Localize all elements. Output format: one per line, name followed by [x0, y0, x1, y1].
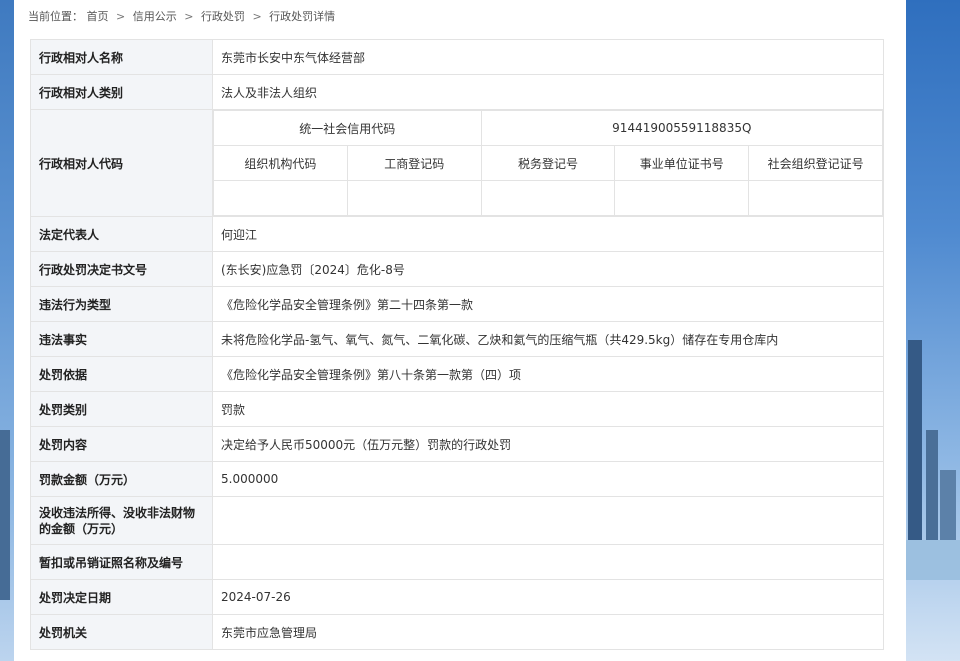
code-label: 行政相对人代码	[30, 109, 213, 217]
table-row: 处罚决定日期 2024-07-26	[30, 579, 884, 615]
fine-label: 罚款金额（万元）	[30, 461, 213, 497]
legal-rep-label: 法定代表人	[30, 216, 213, 252]
skyline-waterfront	[900, 540, 960, 580]
doc-no-label: 行政处罚决定书文号	[30, 251, 213, 287]
table-row	[213, 180, 883, 216]
code-subtable-cell: 统一社会信用代码 91441900559118835Q 组织机构代码 工商登记码…	[212, 109, 884, 217]
table-row: 暂扣或吊销证照名称及编号	[30, 544, 884, 580]
table-row: 行政处罚决定书文号 (东长安)应急罚〔2024〕危化-8号	[30, 251, 884, 287]
license-label: 暂扣或吊销证照名称及编号	[30, 544, 213, 580]
date-label: 处罚决定日期	[30, 579, 213, 615]
table-row: 罚款金额（万元） 5.000000	[30, 461, 884, 497]
penalty-type-value: 罚款	[212, 391, 884, 427]
breadcrumb-separator: >	[184, 10, 194, 23]
penalty-content-value: 决定给予人民币50000元（伍万元整）罚款的行政处罚	[212, 426, 884, 462]
business-reg-header: 工商登记码	[346, 145, 482, 181]
violation-type-label: 违法行为类型	[30, 286, 213, 322]
table-row: 法定代表人 何迎江	[30, 216, 884, 252]
social-org-value	[748, 180, 883, 216]
basis-value: 《危险化学品安全管理条例》第八十条第一款第（四）项	[212, 356, 884, 392]
breadcrumb-separator: >	[116, 10, 126, 23]
category-label: 行政相对人类别	[30, 74, 213, 110]
breadcrumb-prefix: 当前位置：	[28, 10, 83, 23]
category-value: 法人及非法人组织	[212, 74, 884, 110]
penalty-detail-table: 行政相对人名称 东莞市长安中东气体经营部 行政相对人类别 法人及非法人组织 行政…	[30, 39, 884, 650]
table-row: 组织机构代码 工商登记码 税务登记号 事业单位证书号 社会组织登记证号	[213, 145, 883, 181]
confiscation-value	[212, 496, 884, 545]
table-row: 处罚内容 决定给予人民币50000元（伍万元整）罚款的行政处罚	[30, 426, 884, 462]
breadcrumb-home-link[interactable]: 首页	[87, 10, 109, 23]
doc-no-value: (东长安)应急罚〔2024〕危化-8号	[212, 251, 884, 287]
facts-value: 未将危险化学品-氢气、氧气、氮气、二氧化碳、乙炔和氦气的压缩气瓶（共429.5k…	[212, 321, 884, 357]
breadcrumb: 当前位置： 首页 > 信用公示 > 行政处罚 > 行政处罚详情	[28, 9, 335, 25]
uscc-value: 91441900559118835Q	[480, 110, 883, 146]
tax-reg-value	[480, 180, 616, 216]
table-row: 处罚依据 《危险化学品安全管理条例》第八十条第一款第（四）项	[30, 356, 884, 392]
table-row: 违法行为类型 《危险化学品安全管理条例》第二十四条第一款	[30, 286, 884, 322]
table-row: 没收违法所得、没收非法财物的金额（万元）	[30, 496, 884, 545]
skyline-building	[908, 340, 922, 570]
violation-type-value: 《危险化学品安全管理条例》第二十四条第一款	[212, 286, 884, 322]
code-subtable: 统一社会信用代码 91441900559118835Q 组织机构代码 工商登记码…	[213, 110, 883, 216]
confiscation-label: 没收违法所得、没收非法财物的金额（万元）	[30, 496, 213, 545]
table-row: 行政相对人代码 统一社会信用代码 91441900559118835Q 组织机构…	[30, 109, 884, 217]
date-value: 2024-07-26	[212, 579, 884, 615]
breadcrumb-current: 行政处罚详情	[269, 10, 336, 23]
name-value: 东莞市长安中东气体经营部	[212, 39, 884, 75]
fine-value: 5.000000	[212, 461, 884, 497]
business-reg-value	[346, 180, 482, 216]
skyline-building	[0, 430, 10, 600]
uscc-label: 统一社会信用代码	[213, 110, 482, 146]
institution-cert-value	[614, 180, 750, 216]
authority-label: 处罚机关	[30, 614, 213, 650]
authority-value: 东莞市应急管理局	[212, 614, 884, 650]
social-org-header: 社会组织登记证号	[748, 145, 883, 181]
breadcrumb-separator: >	[252, 10, 262, 23]
facts-label: 违法事实	[30, 321, 213, 357]
org-code-value	[213, 180, 348, 216]
table-row: 统一社会信用代码 91441900559118835Q	[213, 110, 883, 146]
org-code-header: 组织机构代码	[213, 145, 348, 181]
tax-reg-header: 税务登记号	[480, 145, 616, 181]
table-row: 行政相对人类别 法人及非法人组织	[30, 74, 884, 110]
table-row: 行政相对人名称 东莞市长安中东气体经营部	[30, 39, 884, 75]
institution-cert-header: 事业单位证书号	[614, 145, 750, 181]
content-panel: 当前位置： 首页 > 信用公示 > 行政处罚 > 行政处罚详情 行政相对人名称 …	[14, 0, 906, 661]
table-row: 处罚机关 东莞市应急管理局	[30, 614, 884, 650]
breadcrumb-penalty-link[interactable]: 行政处罚	[201, 10, 245, 23]
penalty-type-label: 处罚类别	[30, 391, 213, 427]
penalty-content-label: 处罚内容	[30, 426, 213, 462]
legal-rep-value: 何迎江	[212, 216, 884, 252]
table-row: 处罚类别 罚款	[30, 391, 884, 427]
name-label: 行政相对人名称	[30, 39, 213, 75]
table-row: 违法事实 未将危险化学品-氢气、氧气、氮气、二氧化碳、乙炔和氦气的压缩气瓶（共4…	[30, 321, 884, 357]
license-value	[212, 544, 884, 580]
basis-label: 处罚依据	[30, 356, 213, 392]
breadcrumb-credit-link[interactable]: 信用公示	[133, 10, 177, 23]
